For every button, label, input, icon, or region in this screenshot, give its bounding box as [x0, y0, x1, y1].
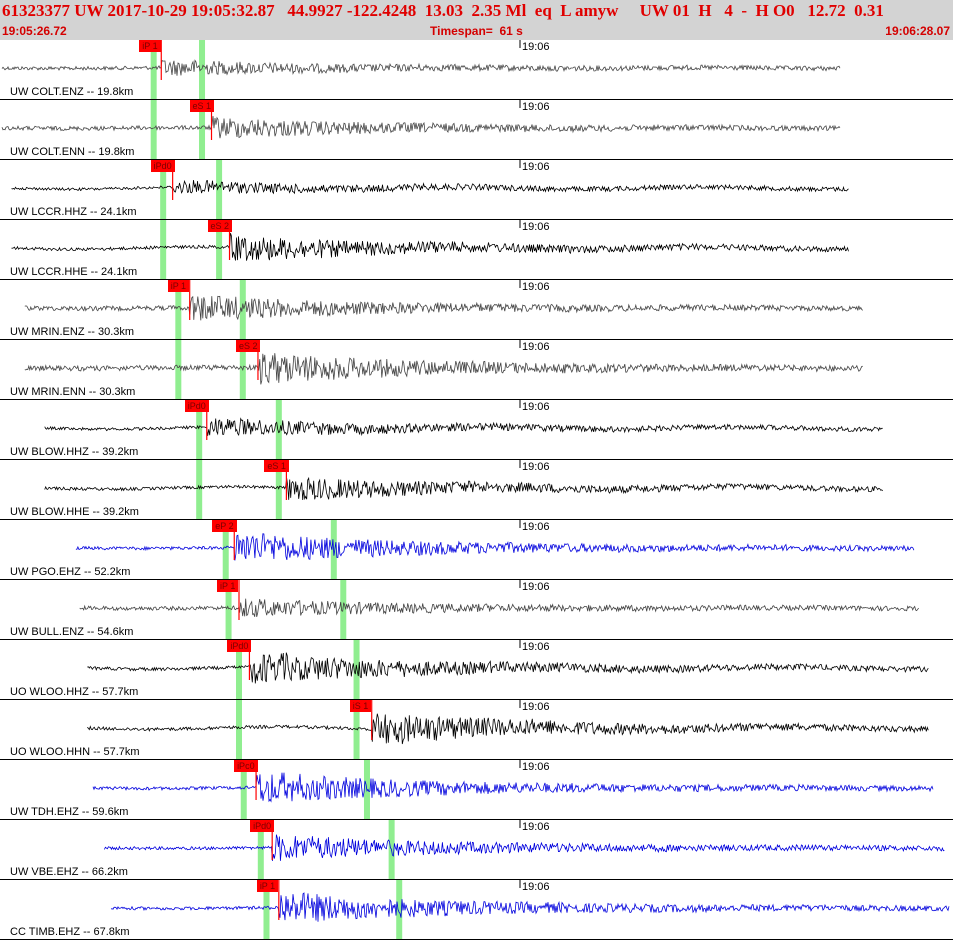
station-label: UW VBE.EHZ -- 66.2km: [10, 866, 128, 878]
station-label: UW BLOW.HHZ -- 39.2km: [10, 446, 139, 458]
waveform-trace: [24, 353, 863, 385]
waveform-trace: [11, 179, 849, 195]
phase-pick-flag[interactable]: eS 2: [207, 220, 233, 232]
waveform-trace: [44, 476, 883, 501]
tick-label: 19:06: [522, 281, 550, 293]
waveform-trace: [1, 115, 841, 139]
station-label: UW COLT.ENZ -- 19.8km: [10, 86, 134, 98]
phase-pick-flag[interactable]: eP 2: [212, 520, 237, 532]
waveform-trace: [44, 417, 883, 437]
tick-label: 19:06: [522, 581, 550, 593]
station-label: UO WLOO.HHZ -- 57.7km: [10, 686, 139, 698]
station-label: UW MRIN.ENN -- 30.3km: [10, 386, 136, 398]
phase-window-marker: [150, 100, 157, 160]
trace-row[interactable]: [0, 760, 953, 820]
tick-label: 19:06: [522, 221, 550, 233]
trace-row[interactable]: [0, 820, 953, 880]
tick-label: 19:06: [522, 401, 550, 413]
waveform-trace: [87, 713, 929, 745]
waveform-trace: [1, 59, 841, 76]
station-label: UW LCCR.HHE -- 24.1km: [10, 266, 138, 278]
trace-row[interactable]: [0, 160, 953, 220]
phase-pick-flag[interactable]: iP 1: [139, 40, 161, 52]
trace-row[interactable]: [0, 100, 953, 160]
timespan: Timespan= 61 s: [430, 24, 523, 38]
phase-window-marker: [275, 400, 282, 460]
end-time: 19:06:28.07: [885, 24, 950, 38]
phase-pick-flag[interactable]: eS 1: [189, 100, 215, 112]
station-label: UW MRIN.ENZ -- 30.3km: [10, 326, 135, 338]
event-header: 61323377 UW 2017-10-29 19:05:32.87 44.99…: [0, 0, 953, 40]
trace-row[interactable]: [0, 880, 953, 940]
waveform-trace: [79, 598, 919, 617]
waveform-trace: [75, 533, 915, 561]
waveform-trace: [24, 295, 864, 321]
seismogram-plot: [0, 40, 953, 940]
station-label: UW BLOW.HHE -- 39.2km: [10, 506, 139, 518]
tick-label: 19:06: [522, 821, 550, 833]
phase-pick-flag[interactable]: iP 1: [256, 880, 279, 892]
phase-pick-flag[interactable]: iPd0: [150, 160, 175, 172]
tick-label: 19:06: [522, 641, 550, 653]
waveform-trace: [87, 652, 929, 684]
phase-pick-flag[interactable]: iPc0: [234, 760, 258, 772]
waveform-trace: [104, 834, 945, 861]
station-label: UW PGO.EHZ -- 52.2km: [10, 566, 131, 578]
tick-label: 19:06: [522, 461, 550, 473]
tick-label: 19:06: [522, 101, 550, 113]
phase-pick-flag[interactable]: iP 1: [217, 580, 239, 592]
tick-label: 19:06: [522, 341, 550, 353]
station-label: CC TIMB.EHZ -- 67.8km: [10, 926, 130, 938]
phase-pick-flag[interactable]: iPd0: [227, 640, 252, 652]
seismogram-panel: UW COLT.ENZ -- 19.8km 19:06 iP 1 UW COLT.EN…: [0, 40, 953, 940]
waveform-trace: [110, 892, 950, 922]
tick-label: 19:06: [522, 701, 550, 713]
trace-row[interactable]: [0, 460, 953, 520]
phase-pick-flag[interactable]: iP 1: [167, 280, 190, 292]
tick-label: 19:06: [522, 881, 550, 893]
tick-label: 19:06: [522, 161, 550, 173]
phase-pick-flag[interactable]: iS 1: [349, 700, 372, 712]
station-label: UW COLT.ENN -- 19.8km: [10, 146, 135, 158]
trace-row[interactable]: [0, 400, 953, 460]
tick-label: 19:06: [522, 521, 550, 533]
phase-window-marker: [160, 220, 167, 280]
trace-row[interactable]: [0, 220, 953, 280]
phase-pick-flag[interactable]: eS 2: [235, 340, 261, 352]
waveform-trace: [92, 772, 934, 803]
tick-label: 19:06: [522, 761, 550, 773]
phase-window-marker: [175, 340, 182, 400]
phase-window-marker: [196, 460, 203, 520]
phase-pick-flag[interactable]: iPd0: [184, 400, 209, 412]
tick-label: 19:06: [522, 41, 550, 53]
trace-row[interactable]: [0, 700, 953, 760]
trace-row[interactable]: [0, 340, 953, 400]
station-label: UO WLOO.HHN -- 57.7km: [10, 746, 140, 758]
phase-pick-flag[interactable]: iPd0: [250, 820, 275, 832]
trace-row[interactable]: [0, 640, 953, 700]
station-label: UW BULL.ENZ -- 54.6km: [10, 626, 134, 638]
trace-row[interactable]: [0, 280, 953, 340]
station-label: UW TDH.EHZ -- 59.6km: [10, 806, 129, 818]
start-time: 19:05:26.72: [2, 24, 67, 38]
trace-row[interactable]: [0, 520, 953, 580]
station-label: UW LCCR.HHZ -- 24.1km: [10, 206, 137, 218]
event-summary: 61323377 UW 2017-10-29 19:05:32.87 44.99…: [2, 1, 884, 20]
waveform-trace: [11, 232, 849, 261]
trace-row[interactable]: [0, 580, 953, 640]
phase-pick-flag[interactable]: eS 1: [264, 460, 289, 472]
phase-window-marker: [236, 700, 242, 760]
phase-window-marker: [216, 160, 223, 220]
phase-window-marker: [340, 580, 347, 640]
